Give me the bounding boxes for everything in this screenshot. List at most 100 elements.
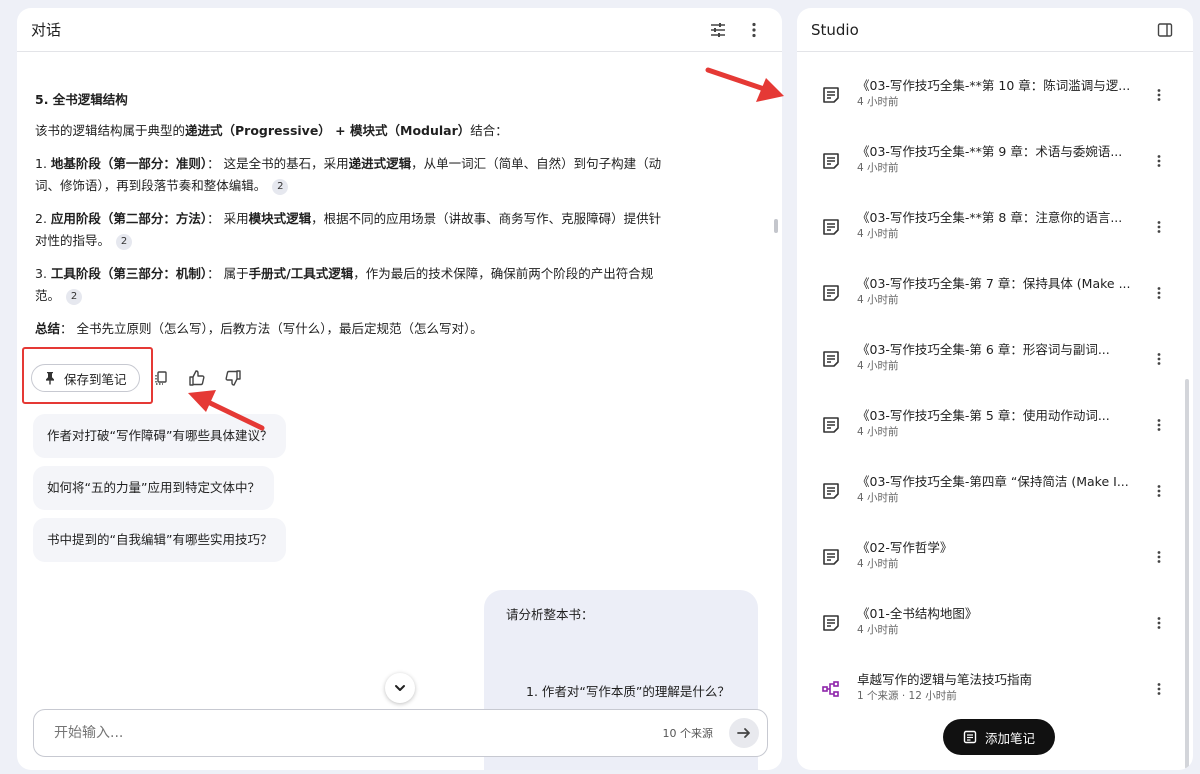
list-item: 3. 工具阶段（第三部分：机制）： 属于手册式/工具式逻辑，作为最后的技术保障，… xyxy=(35,263,665,307)
studio-panel: Studio 《03-写作技巧全集-**第 10 章：陈词滥调与逻... 4 小时… xyxy=(797,8,1193,770)
summary-text: ： 全书先立原则（怎么写），后教方法（写什么），最后定规范（怎么写对）。 xyxy=(60,321,483,336)
more-vert-icon[interactable] xyxy=(1149,217,1169,237)
response-actions: 保存到笔记 xyxy=(31,361,248,395)
source-count: 10 个来源 xyxy=(662,727,714,740)
citation-badge[interactable]: 2 xyxy=(272,178,289,195)
note-title: 《03-写作技巧全集-第四章 “保持简洁 (Make I... xyxy=(857,474,1129,489)
send-button[interactable] xyxy=(729,718,759,748)
studio-header: Studio xyxy=(797,8,1193,52)
note-icon xyxy=(821,415,841,435)
mindmap-icon xyxy=(821,679,841,699)
summary-paragraph: 总结： 全书先立原则（怎么写），后教方法（写什么），最后定规范（怎么写对）。 xyxy=(35,318,665,340)
note-timestamp: 4 小时前 xyxy=(857,294,899,306)
item-heading: 地基阶段（第一部分：准则） xyxy=(50,156,208,171)
suggested-question[interactable]: 作者对打破“写作障碍”有哪些具体建议？ xyxy=(33,414,287,458)
citation-badge[interactable]: 2 xyxy=(66,288,83,305)
note-item[interactable]: 《03-写作技巧全集-第 7 章：保持具体 (Make ... 4 小时前 xyxy=(797,249,1177,315)
note-item[interactable]: 《03-写作技巧全集-**第 10 章：陈词滥调与逻... 4 小时前 xyxy=(797,53,1177,117)
more-vert-icon[interactable] xyxy=(1149,613,1169,633)
save-to-note-label: 保存到笔记 xyxy=(64,371,127,387)
collapse-panel-icon[interactable] xyxy=(1151,16,1179,44)
note-item[interactable]: 《02-写作哲学》 4 小时前 xyxy=(797,513,1177,579)
note-timestamp: 4 小时前 xyxy=(857,492,899,504)
note-timestamp: 1 个来源 · 12 小时前 xyxy=(857,690,957,702)
suggested-question[interactable]: 书中提到的“自我编辑”有哪些实用技巧？ xyxy=(33,518,287,562)
studio-scrollbar[interactable] xyxy=(1185,379,1189,769)
note-icon xyxy=(821,349,841,369)
user-message-line: 1. 作者对“写作本质”的理解是什么？ xyxy=(526,684,730,699)
note-item[interactable]: 《03-写作技巧全集-第 5 章：使用动作动词... 4 小时前 xyxy=(797,381,1177,447)
note-item[interactable]: 《03-写作技巧全集-**第 9 章：术语与委婉语... 4 小时前 xyxy=(797,117,1177,183)
item-heading: 工具阶段（第三部分：机制） xyxy=(50,266,208,281)
note-title: 《03-写作技巧全集-**第 9 章：术语与委婉语... xyxy=(857,144,1123,159)
pin-icon xyxy=(46,372,54,385)
more-vert-icon[interactable] xyxy=(1149,481,1169,501)
intro-paragraph: 该书的逻辑结构属于典型的递进式（Progressive） + 模块式（Modul… xyxy=(35,120,665,142)
item-text: ： 采用 xyxy=(207,211,249,226)
more-vert-icon[interactable] xyxy=(1149,679,1169,699)
note-timestamp: 4 小时前 xyxy=(857,360,899,372)
note-timestamp: 4 小时前 xyxy=(857,96,899,108)
note-timestamp: 4 小时前 xyxy=(857,228,899,240)
chevron-down-icon xyxy=(395,685,405,691)
note-item[interactable]: 《01-全书结构地图》 4 小时前 xyxy=(797,579,1177,645)
arrow-right-icon xyxy=(737,728,750,738)
note-item[interactable]: 《03-写作技巧全集-**第 8 章：注意你的语言... 4 小时前 xyxy=(797,183,1177,249)
note-title: 《03-写作技巧全集-**第 10 章：陈词滥调与逻... xyxy=(857,78,1131,93)
add-note-label: 添加笔记 xyxy=(984,730,1035,746)
note-icon xyxy=(821,613,841,633)
more-vert-icon[interactable] xyxy=(1149,151,1169,171)
note-item[interactable]: 卓越写作的逻辑与笔法技巧指南 1 个来源 · 12 小时前 xyxy=(797,645,1177,711)
suggested-question[interactable]: 如何将“五的力量”应用到特定文体中？ xyxy=(33,466,274,510)
intro-bold-2: 模块式（Modular） xyxy=(350,123,471,138)
chat-body: 5. 全书逻辑结构 该书的逻辑结构属于典型的递进式（Progressive） +… xyxy=(17,53,782,770)
note-icon xyxy=(821,217,841,237)
chat-input[interactable] xyxy=(54,725,663,741)
scroll-to-bottom-button[interactable] xyxy=(385,673,415,703)
item-text: ： 属于 xyxy=(207,266,249,281)
thumb-down-icon[interactable] xyxy=(218,363,248,393)
item-bold: 递进式逻辑 xyxy=(348,156,412,171)
item-heading: 应用阶段（第二部分：方法） xyxy=(50,211,208,226)
thumb-up-icon[interactable] xyxy=(182,363,212,393)
note-timestamp: 4 小时前 xyxy=(857,624,899,636)
note-item[interactable]: 《03-写作技巧全集-第 6 章：形容词与副词... 4 小时前 xyxy=(797,315,1177,381)
item-bold: 模块式逻辑 xyxy=(248,211,312,226)
note-icon xyxy=(821,151,841,171)
item-number: 2. xyxy=(35,211,51,226)
note-icon xyxy=(821,547,841,567)
note-title: 《03-写作技巧全集-第 5 章：使用动作动词... xyxy=(857,408,1110,423)
more-vert-icon[interactable] xyxy=(1149,415,1169,435)
citation-badge[interactable]: 2 xyxy=(116,233,133,250)
note-title: 《02-写作哲学》 xyxy=(857,540,953,555)
note-item[interactable]: 《03-写作技巧全集-第四章 “保持简洁 (Make I... 4 小时前 xyxy=(797,447,1177,513)
intro-post: 结合： xyxy=(470,123,508,138)
studio-title: Studio xyxy=(811,20,859,39)
list-item: 2. 应用阶段（第二部分：方法）： 采用模块式逻辑，根据不同的应用场景（讲故事、… xyxy=(35,208,665,252)
more-vert-icon[interactable] xyxy=(1149,85,1169,105)
copy-icon[interactable] xyxy=(146,363,176,393)
note-title: 《03-写作技巧全集-**第 8 章：注意你的语言... xyxy=(857,210,1123,225)
note-timestamp: 4 小时前 xyxy=(857,426,899,438)
more-vert-icon[interactable] xyxy=(1149,349,1169,369)
item-number: 3. xyxy=(35,266,51,281)
chat-scrollbar[interactable] xyxy=(774,219,778,233)
save-to-note-button[interactable]: 保存到笔记 xyxy=(31,364,140,392)
user-message-line: 请分析整本书： xyxy=(506,607,594,622)
note-timestamp: 4 小时前 xyxy=(857,162,899,174)
note-title: 《03-写作技巧全集-第 6 章：形容词与副词... xyxy=(857,342,1110,357)
note-icon xyxy=(821,283,841,303)
more-vert-icon[interactable] xyxy=(1149,547,1169,567)
studio-body: 《03-写作技巧全集-**第 10 章：陈词滥调与逻... 4 小时前 《03-写作… xyxy=(797,53,1193,770)
item-text: ： 这是全书的基石，采用 xyxy=(207,156,349,171)
more-vert-icon[interactable] xyxy=(1149,283,1169,303)
note-icon xyxy=(821,481,841,501)
more-vert-icon[interactable] xyxy=(740,16,768,44)
item-bold: 手册式/工具式逻辑 xyxy=(248,266,354,281)
intro-plus: + xyxy=(330,123,350,138)
note-add-icon xyxy=(963,730,977,744)
tune-icon[interactable] xyxy=(704,16,732,44)
add-note-button[interactable]: 添加笔记 xyxy=(943,719,1055,755)
chat-input-box: 10 个来源 xyxy=(33,709,768,757)
chat-header: 对话 xyxy=(17,8,782,52)
